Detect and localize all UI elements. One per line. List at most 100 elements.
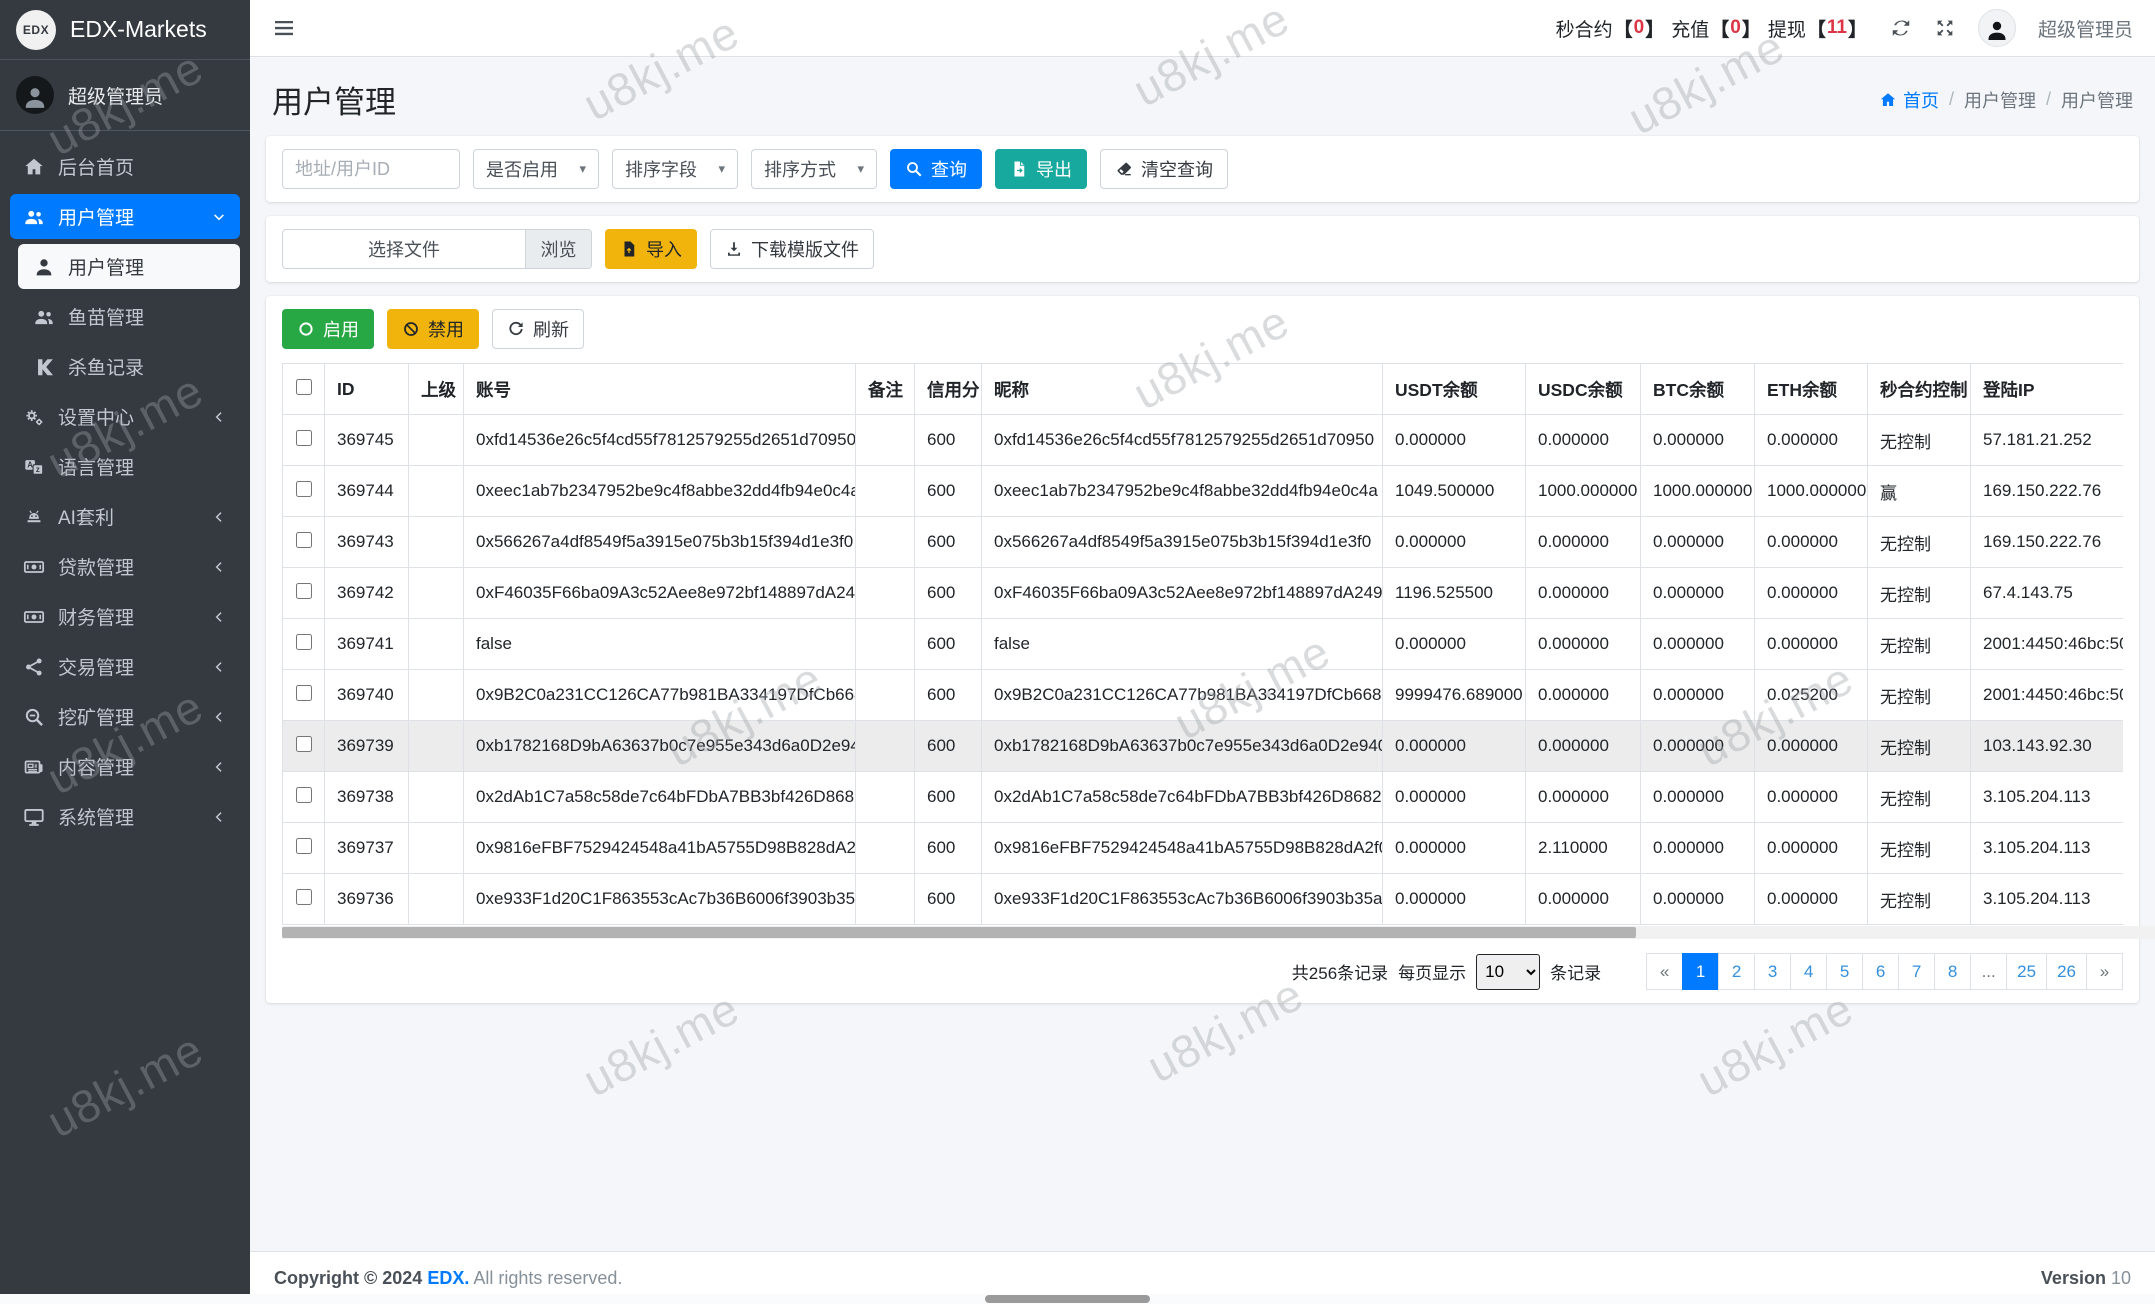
row-checkbox[interactable]	[296, 430, 312, 446]
file-input[interactable]: 选择文件 浏览	[282, 229, 592, 269]
stat-badge[interactable]: 秒合约【0】	[1556, 15, 1666, 42]
page-button-4[interactable]: 4	[1790, 953, 1827, 990]
row-checkbox[interactable]	[296, 532, 312, 548]
stat-badge[interactable]: 提现【11】	[1768, 15, 1868, 42]
sidebar-item-ai-arbitrage[interactable]: AI套利	[10, 494, 240, 539]
table-row: 3697370x9816eFBF7529424548a41bA5755D98B8…	[283, 823, 2124, 874]
sidebar-item-dashboard[interactable]: 后台首页	[10, 144, 240, 189]
cell-nickname: 0xF46035F66ba09A3c52Aee8e972bf148897dA24…	[982, 568, 1383, 619]
scrollbar-thumb[interactable]	[282, 927, 1636, 938]
fullscreen-icon[interactable]	[1934, 17, 1956, 39]
cell-seconds-contract-control: 无控制	[1868, 517, 1971, 568]
disable-button[interactable]: 禁用	[387, 309, 479, 349]
sidebar-item-label: 内容管理	[58, 753, 200, 780]
sidebar-item-content-management[interactable]: 内容管理	[10, 744, 240, 789]
sidebar-item-language-management[interactable]: Az语言管理	[10, 444, 240, 489]
sidebar-item-trade-management[interactable]: 交易管理	[10, 644, 240, 689]
stat-badge[interactable]: 充值【0】	[1671, 15, 1762, 42]
clear-search-button[interactable]: 清空查询	[1100, 149, 1228, 189]
brand[interactable]: EDX EDX-Markets	[0, 0, 250, 60]
sidebar-item-system-management[interactable]: 系统管理	[10, 794, 240, 839]
sidebar-item-finance-management[interactable]: 财务管理	[10, 594, 240, 639]
language-icon: Az	[22, 455, 46, 479]
cell-eth-balance: 0.000000	[1755, 772, 1868, 823]
prev-page-button[interactable]: «	[1646, 953, 1683, 990]
table-horizontal-scrollbar[interactable]	[282, 926, 2155, 939]
cell-login-ip: 169.150.222.76	[1971, 466, 2124, 517]
row-checkbox[interactable]	[296, 634, 312, 650]
row-checkbox[interactable]	[296, 481, 312, 497]
cell-note	[856, 568, 915, 619]
cell-seconds-contract-control: 无控制	[1868, 415, 1971, 466]
page-scrollbar-thumb[interactable]	[985, 1295, 1150, 1303]
row-checkbox[interactable]	[296, 787, 312, 803]
per-page-select[interactable]: 10	[1476, 954, 1540, 990]
row-checkbox[interactable]	[296, 583, 312, 599]
sidebar-item-mining-management[interactable]: 挖矿管理	[10, 694, 240, 739]
circle-icon	[297, 320, 315, 338]
cell-note	[856, 517, 915, 568]
brand-logo: EDX	[16, 10, 56, 50]
import-button[interactable]: 导入	[605, 229, 697, 269]
page-button-5[interactable]: 5	[1826, 953, 1863, 990]
cell-nickname: 0x2dAb1C7a58c58de7c64bFDbA7BB3bf426D8682…	[982, 772, 1383, 823]
cell-seconds-contract-control: 无控制	[1868, 670, 1971, 721]
sort-order-select[interactable]: 排序方式▾	[751, 149, 877, 189]
row-checkbox[interactable]	[296, 736, 312, 752]
page-button-7[interactable]: 7	[1898, 953, 1935, 990]
sidebar-item-user-list[interactable]: 用户管理	[18, 244, 240, 289]
group-icon	[32, 305, 56, 329]
avatar[interactable]	[1978, 9, 2016, 47]
enable-button[interactable]: 启用	[282, 309, 374, 349]
caret-down-icon: ▾	[718, 161, 725, 177]
page-button-26[interactable]: 26	[2046, 953, 2087, 990]
refresh-table-button[interactable]: 刷新	[492, 309, 584, 349]
sidebar-item-kill-records[interactable]: 杀鱼记录	[18, 344, 240, 389]
enabled-filter-select[interactable]: 是否启用▾	[473, 149, 599, 189]
svg-text:z: z	[36, 465, 40, 474]
sidebar-item-settings-center[interactable]: 设置中心	[10, 394, 240, 439]
column-header-usdt-balance: USDT余额	[1383, 364, 1526, 415]
row-checkbox[interactable]	[296, 685, 312, 701]
cell-credit-score: 600	[915, 415, 982, 466]
page-button-1[interactable]: 1	[1682, 953, 1719, 990]
menu-toggle-button[interactable]	[272, 16, 296, 40]
row-checkbox[interactable]	[296, 838, 312, 854]
sidebar-item-fry-management[interactable]: 鱼苗管理	[18, 294, 240, 339]
browse-button[interactable]: 浏览	[525, 230, 591, 268]
robot-icon	[22, 505, 46, 529]
page-button-3[interactable]: 3	[1754, 953, 1791, 990]
row-checkbox[interactable]	[296, 889, 312, 905]
sidebar-item-user-management[interactable]: 用户管理	[10, 194, 240, 239]
page-button-6[interactable]: 6	[1862, 953, 1899, 990]
sort-field-select[interactable]: 排序字段▾	[612, 149, 738, 189]
caret-down-icon: ▾	[857, 161, 864, 177]
cell-nickname: 0x9816eFBF7529424548a41bA5755D98B828dA2f…	[982, 823, 1383, 874]
search-button[interactable]: 查询	[890, 149, 982, 189]
gears-icon	[22, 405, 46, 429]
search-input[interactable]	[282, 149, 460, 189]
refresh-icon[interactable]	[1890, 17, 1912, 39]
cell-nickname: 0x9B2C0a231CC126CA77b981BA334197DfCb668c…	[982, 670, 1383, 721]
page-button-2[interactable]: 2	[1718, 953, 1755, 990]
page-horizontal-scrollbar[interactable]	[0, 1294, 2155, 1304]
breadcrumb-item[interactable]: 用户管理	[1964, 87, 2036, 113]
footer-brand-link[interactable]: EDX.	[427, 1268, 469, 1288]
cell-eth-balance: 0.000000	[1755, 415, 1868, 466]
next-page-button[interactable]: »	[2086, 953, 2123, 990]
sidebar-item-loan-management[interactable]: 贷款管理	[10, 544, 240, 589]
table-row: 3697390xb1782168D9bA63637b0c7e955e343d6a…	[283, 721, 2124, 772]
table-row: 369741false600false0.0000000.0000000.000…	[283, 619, 2124, 670]
download-template-button[interactable]: 下载模版文件	[710, 229, 874, 269]
export-button[interactable]: 导出	[995, 149, 1087, 189]
page-button-8[interactable]: 8	[1934, 953, 1971, 990]
column-header-account: 账号	[464, 364, 856, 415]
cell-id: 369742	[325, 568, 409, 619]
page-button-25[interactable]: 25	[2006, 953, 2047, 990]
topbar-username[interactable]: 超级管理员	[2038, 15, 2133, 42]
copyright-suffix: All rights reserved.	[473, 1268, 622, 1288]
breadcrumb-home-link[interactable]: 首页	[1879, 87, 1939, 113]
newspaper-icon	[22, 755, 46, 779]
select-all-checkbox[interactable]	[296, 379, 312, 395]
cell-usdt-balance: 1049.500000	[1383, 466, 1526, 517]
